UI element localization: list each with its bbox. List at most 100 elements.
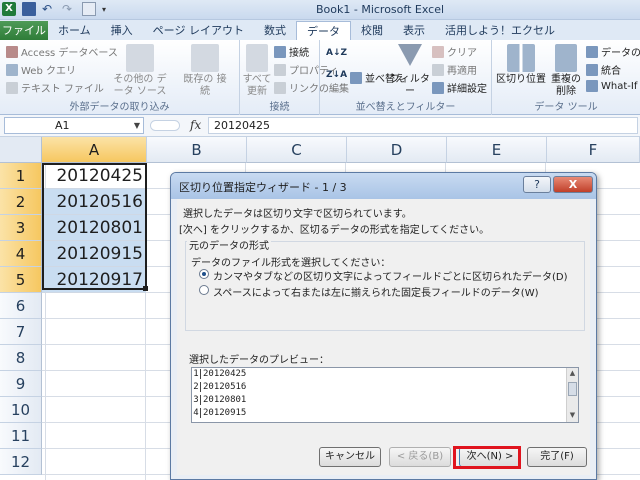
row-header[interactable]: 2 (0, 189, 42, 215)
tab-home[interactable]: ホーム (48, 21, 101, 40)
tab-formulas[interactable]: 数式 (254, 21, 296, 40)
column-header-c[interactable]: C (247, 137, 347, 163)
delimited-radio[interactable] (199, 269, 209, 279)
row-header[interactable]: 9 (0, 371, 42, 397)
group-connections: すべて 更新 接続 プロパティ リンクの編集 接続 (240, 40, 349, 115)
data-preview-pane[interactable]: 1 20120425 2 20120516 3 20120801 4 20120915 … (191, 367, 579, 423)
column-header-f[interactable]: F (547, 137, 640, 163)
delimited-option-label[interactable]: カンマやタブなどの区切り文字によってフィールドごとに区切られたデータ(D) (213, 268, 568, 283)
next-button-highlight (453, 446, 521, 469)
cancel-button[interactable]: キャンセル (319, 447, 381, 467)
select-all-corner[interactable] (0, 137, 42, 163)
other-sources-button[interactable]: その他の データ ソース (112, 44, 168, 98)
access-icon (6, 45, 18, 58)
ribbon: Access データベース Web クエリ テキスト ファイル その他の データ… (0, 40, 640, 115)
group-label-data-tools: データ ツール (534, 102, 598, 113)
preview-line: 3 20120801 (193, 395, 247, 405)
ribbon-tabs: ファイル ホーム 挿入 ページ レイアウト 数式 データ 校閲 表示 活用しよう… (0, 20, 640, 40)
status-message: 選択したデータは区切り文字で区切られています。 (183, 209, 412, 220)
column-header-b[interactable]: B (147, 137, 247, 163)
row-header[interactable]: 4 (0, 241, 42, 267)
insert-function-icon[interactable]: fx (190, 118, 201, 132)
row-header[interactable]: 5 (0, 267, 42, 293)
scroll-down-icon[interactable]: ▼ (567, 411, 578, 421)
connections-icon (274, 45, 286, 58)
edit-links-icon (274, 81, 286, 94)
formula-input[interactable]: 20120425 (208, 117, 638, 134)
tab-insert[interactable]: 挿入 (101, 21, 143, 40)
column-header-a[interactable]: A (42, 137, 147, 163)
fixed-width-radio[interactable] (199, 285, 209, 295)
preview-line: 1 20120425 (193, 369, 247, 379)
row-header[interactable]: 11 (0, 423, 42, 449)
sort-za-button[interactable]: Z↓A (326, 70, 347, 80)
row-header[interactable]: 8 (0, 345, 42, 371)
row-header[interactable]: 6 (0, 293, 42, 319)
preview-line: 4 20120915 (193, 408, 247, 418)
fixed-width-option-label[interactable]: スペースによって右または左に揃えられた固定長フィールドのデータ(W) (213, 284, 539, 299)
consolidate-icon (586, 63, 598, 76)
advanced-filter-icon (432, 81, 444, 94)
web-icon (6, 63, 18, 76)
tab-page-layout[interactable]: ページ レイアウト (143, 21, 254, 40)
choose-format-label: データのファイル形式を選択してください： (191, 258, 391, 269)
help-button[interactable]: ? (523, 176, 551, 193)
cell-a3[interactable]: 20120801 (42, 215, 146, 241)
tab-excel-tips[interactable]: 活用しよう！エクセル (435, 21, 565, 40)
group-label-external-data: 外部データの取り込み (69, 102, 170, 113)
scroll-up-icon[interactable]: ▲ (567, 369, 578, 379)
group-label-connections: 接続 (269, 102, 290, 113)
row-header[interactable]: 7 (0, 319, 42, 345)
formula-bar: A1 ▼ fx 20120425 (0, 115, 640, 137)
text-to-columns-button[interactable]: 区切り位置 (496, 44, 546, 86)
row-header[interactable]: 10 (0, 397, 42, 423)
dialog-title: 区切り位置指定ウィザード - 1 / 3 (179, 181, 347, 194)
advanced-filter-button[interactable]: 詳細設定 (432, 80, 487, 95)
tab-file[interactable]: ファイル (0, 21, 48, 40)
sort-az-button[interactable]: A↓Z (326, 48, 347, 58)
connections-button[interactable]: 接続 (254, 44, 309, 59)
group-label-sort-filter: 並べ替えとフィルター (355, 102, 456, 113)
cell-a2[interactable]: 20120516 (42, 189, 146, 215)
from-access-button[interactable]: Access データベース (6, 44, 118, 59)
back-button[interactable]: < 戻る(B) (389, 447, 451, 467)
scroll-thumb[interactable] (568, 382, 577, 396)
text-to-columns-wizard-dialog: 区切り位置指定ウィザード - 1 / 3 ? X 選択したデータは区切り文字で区… (170, 172, 597, 480)
tab-review[interactable]: 校閲 (351, 21, 393, 40)
instruction-message: [次へ] をクリックするか、区切るデータの形式を指定してください。 (179, 225, 490, 236)
name-box[interactable]: A1 ▼ (4, 117, 144, 134)
cell-a1[interactable]: 20120425 (42, 163, 146, 189)
row-header[interactable]: 12 (0, 449, 42, 475)
clear-button[interactable]: クリア (432, 44, 477, 59)
consolidate-button[interactable]: 統合 (586, 62, 621, 77)
fill-handle[interactable] (143, 286, 148, 291)
reapply-icon (432, 63, 444, 76)
row-header[interactable]: 1 (0, 163, 42, 189)
text-file-icon (6, 81, 18, 94)
row-header[interactable]: 3 (0, 215, 42, 241)
dialog-title-bar[interactable]: 区切り位置指定ウィザード - 1 / 3 ? X (171, 173, 596, 199)
name-box-dropdown-icon[interactable]: ▼ (134, 118, 140, 133)
properties-icon (274, 63, 286, 76)
tab-view[interactable]: 表示 (393, 21, 435, 40)
column-header-e[interactable]: E (447, 137, 547, 163)
title-bar: X ↶ ↷ ▾ Book1 - Microsoft Excel (0, 0, 640, 20)
from-text-button[interactable]: テキスト ファイル (6, 80, 104, 95)
cell-a5[interactable]: 20120917 (42, 267, 146, 293)
close-button[interactable]: X (553, 176, 593, 193)
window-title: Book1 - Microsoft Excel (315, 3, 445, 16)
finish-button[interactable]: 完了(F) (527, 447, 587, 467)
preview-scrollbar[interactable]: ▲ ▼ (566, 368, 578, 422)
filter-button[interactable]: フィルター (390, 44, 430, 98)
cell-a4[interactable]: 20120915 (42, 241, 146, 267)
from-web-button[interactable]: Web クエリ (6, 62, 76, 77)
column-header-d[interactable]: D (347, 137, 447, 163)
existing-connections-button[interactable]: 既存の 接続 (180, 44, 230, 98)
tab-data[interactable]: データ (295, 21, 351, 40)
what-if-button[interactable]: What-If (586, 80, 637, 92)
reapply-button[interactable]: 再適用 (432, 62, 477, 77)
data-validation-button[interactable]: データの入 (586, 44, 640, 59)
remove-duplicates-button[interactable]: 重複の 削除 (546, 44, 586, 98)
formula-bar-collapse-icon[interactable] (150, 120, 180, 131)
group-data-tools: 区切り位置 重複の 削除 データの入 統合 What-If データ ツール (492, 40, 640, 115)
